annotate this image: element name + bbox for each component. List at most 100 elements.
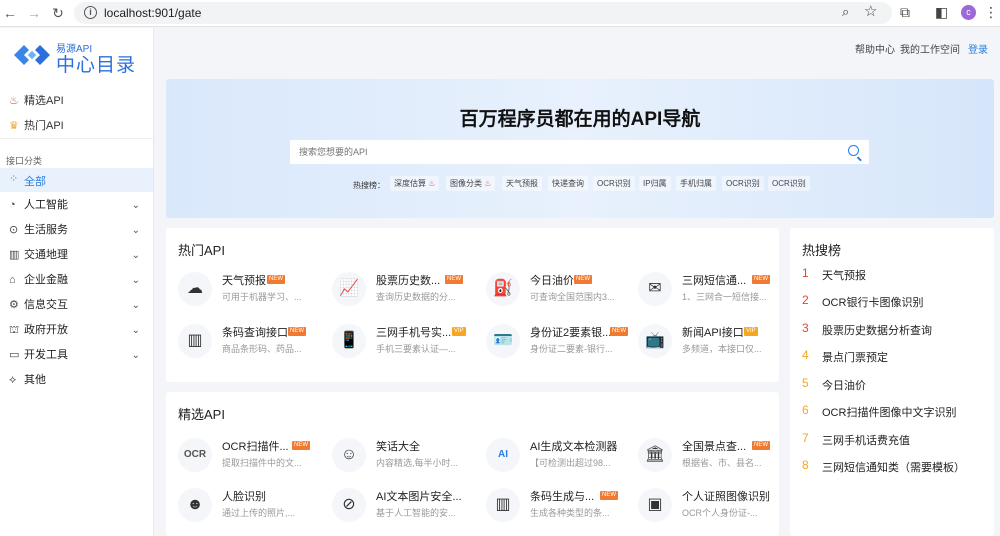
api-card[interactable]: ⊘ AI文本图片安全... 基于人工智能的安... [332, 484, 462, 530]
chevron-down-icon[interactable]: ⌄ [132, 318, 140, 343]
new-badge: NEW [610, 327, 628, 336]
zoom-icon[interactable]: ⌕ [842, 4, 849, 20]
menu-dots-icon[interactable]: ⋮ [984, 4, 998, 21]
side-panel-icon[interactable]: ◧ [935, 4, 948, 21]
api-name: 笑话大全 [376, 441, 420, 453]
sidebar-item-info[interactable]: ⚙ 信息交互 ⌄ [0, 293, 154, 318]
search-box[interactable] [290, 140, 869, 164]
api-card[interactable]: ☺ 笑话大全 内容精选,每半小时... [332, 434, 462, 480]
url-text[interactable]: localhost:901/gate [104, 6, 201, 20]
api-card[interactable]: 📈 股票历史数... NEW 查询历史数据的分... [332, 268, 463, 314]
sidebar-item-ai[interactable]: ◔ 人工智能 ⌄ [0, 193, 154, 218]
map-icon: ▥ [9, 249, 20, 261]
help-center-link[interactable]: 帮助中心 [855, 41, 895, 56]
sidebar-item-all[interactable]: ⁘ 全部 [0, 168, 153, 192]
sidebar-item-traffic[interactable]: ▥ 交通地理 ⌄ [0, 243, 154, 268]
sidebar-item-dev[interactable]: ▭ 开发工具 ⌄ [0, 343, 154, 368]
rank-item[interactable]: 1 天气预报 [802, 266, 992, 293]
api-card[interactable]: 🪪 身份证2要素银... NEW 身份证二要素-银行... [486, 320, 628, 366]
hot-tag[interactable]: IP归属 [639, 176, 671, 191]
life-icon: ⊙ [9, 224, 19, 236]
hot-tag[interactable]: OCR识别 [722, 176, 764, 191]
vip-badge: VIP [452, 327, 466, 336]
api-desc: 可用于机器学习、... [222, 292, 302, 302]
grid-icon: ⁘ [9, 173, 19, 185]
oil-icon: ⛽ [486, 272, 520, 306]
hot-tag[interactable]: 快递查询 [548, 176, 588, 191]
api-card[interactable]: 📱 三网手机号实... VIP 手机三要素认证—... [332, 320, 466, 366]
api-desc: 手机三要素认证—... [376, 344, 456, 354]
api-card[interactable]: AI AI生成文本检测器 【可检测出超过98... [486, 434, 617, 480]
rank-item[interactable]: 4 景点门票预定 [802, 348, 992, 375]
address-bar[interactable]: i localhost:901/gate ⌕ ☆ [74, 2, 892, 24]
chevron-down-icon[interactable]: ⌄ [132, 243, 140, 268]
api-card[interactable]: 📺 新闻API接口 VIP 多频道，本接口仅... [638, 320, 768, 366]
chevron-down-icon[interactable]: ⌄ [132, 218, 140, 243]
api-card[interactable]: ✉ 三网短信通... NEW 1、三网合一短信接... [638, 268, 770, 314]
search-icon[interactable] [848, 145, 859, 156]
rank-label: 三网短信通知类（需要模板） [822, 462, 965, 474]
barcode-icon: ▥ [178, 324, 212, 358]
rank-item[interactable]: 3 股票历史数据分析查询 [802, 321, 992, 348]
api-desc: 基于人工智能的安... [376, 508, 456, 518]
api-card[interactable]: ▥ 条码查询接口 NEW 商品条形码、药品... [178, 320, 308, 366]
sidebar-item-hot[interactable]: ♛ 热门API [0, 114, 154, 139]
hot-tag[interactable]: 手机归属 [676, 176, 716, 191]
hot-tag[interactable]: 深度估算 ♨ [390, 176, 440, 191]
extensions-icon[interactable]: ⧉ [900, 4, 910, 21]
hot-search-panel: 热搜榜 1 天气预报 2 OCR银行卡图像识别 3 股票历史数据分析查询 4 景… [790, 228, 994, 536]
rank-item[interactable]: 8 三网短信通知类（需要模板） [802, 458, 992, 485]
search-input[interactable] [290, 140, 830, 164]
chevron-down-icon[interactable]: ⌄ [132, 343, 140, 368]
api-card[interactable]: 🏛 全国景点查... NEW 根据省、市、县名... [638, 434, 770, 480]
hot-tag[interactable]: 图像分类 ♨ [446, 176, 496, 191]
api-card[interactable]: ☻ 人脸识别 通过上传的照片,... [178, 484, 308, 530]
face-icon: ☻ [178, 488, 212, 522]
panel-title: 热门API [178, 243, 225, 258]
hot-tag[interactable]: OCR识别 [593, 176, 635, 191]
bookmark-star-icon[interactable]: ☆ [864, 2, 877, 20]
api-card[interactable]: ☁ 天气预报 NEW 可用于机器学习、... [178, 268, 308, 314]
workspace-link[interactable]: 我的工作空间 [900, 41, 960, 56]
chevron-down-icon[interactable]: ⌄ [132, 293, 140, 318]
sidebar-item-finance[interactable]: ⌂ 企业金融 ⌄ [0, 268, 154, 293]
reload-icon[interactable]: ↻ [48, 3, 68, 23]
hot-tag[interactable]: 天气预报 [502, 176, 542, 191]
api-name: 条码查询接口 [222, 327, 288, 339]
api-desc: 查询历史数据的分... [376, 292, 456, 302]
sidebar-item-life[interactable]: ⊙ 生活服务 ⌄ [0, 218, 154, 243]
api-card[interactable]: ▥ 条码生成与... NEW 生成各种类型的条... [486, 484, 618, 530]
api-card[interactable]: OCR OCR扫描件... NEW 提取扫描件中的文... [178, 434, 310, 480]
fire-icon: ♨ [9, 95, 19, 107]
profile-avatar[interactable]: c [961, 5, 976, 20]
rank-item[interactable]: 6 OCR扫描件图像中文字识别 [802, 403, 992, 430]
scenic-icon: 🏛 [638, 438, 672, 472]
api-desc: 商品条形码、药品... [222, 344, 302, 354]
logo-icon[interactable] [12, 41, 52, 69]
rank-label: OCR银行卡图像识别 [822, 297, 924, 309]
hero-banner: 百万程序员都在用的API导航 热搜榜： 深度估算 ♨ 图像分类 ♨ 天气预报 快… [166, 79, 994, 218]
api-card[interactable]: ⛽ 今日油价 NEW 可查询全国范围内3... [486, 268, 616, 314]
rank-number: 6 [802, 403, 809, 417]
hot-api-panel: 热门API ☁ 天气预报 NEW 可用于机器学习、... 📈 股票历史数... … [166, 228, 779, 382]
new-badge: NEW [752, 275, 770, 284]
forward-icon[interactable]: → [24, 3, 44, 23]
finance-icon: ⌂ [9, 274, 16, 286]
site-info-icon[interactable]: i [84, 6, 97, 19]
chevron-down-icon[interactable]: ⌄ [132, 268, 140, 293]
new-badge: NEW [267, 275, 285, 284]
api-name: AI文本图片安全... [376, 491, 462, 503]
rank-item[interactable]: 2 OCR银行卡图像识别 [802, 293, 992, 320]
sidebar-item-featured[interactable]: ♨ 精选API [0, 89, 154, 114]
rank-item[interactable]: 5 今日油价 [802, 376, 992, 403]
hot-tag[interactable]: OCR识别 [768, 176, 810, 191]
back-icon[interactable]: ← [0, 3, 20, 23]
api-card[interactable]: ▣ 个人证照图像识别 OCR个人身份证-... [638, 484, 770, 530]
new-badge: NEW [445, 275, 463, 284]
gov-icon: ⛫ [9, 324, 20, 336]
sidebar-item-other[interactable]: ⟡ 其他 [0, 368, 154, 393]
rank-item[interactable]: 7 三网手机话费充值 [802, 431, 992, 458]
login-link[interactable]: 登录 [968, 41, 988, 56]
sidebar-item-gov[interactable]: ⛫ 政府开放 ⌄ [0, 318, 154, 343]
chevron-down-icon[interactable]: ⌄ [132, 193, 140, 218]
